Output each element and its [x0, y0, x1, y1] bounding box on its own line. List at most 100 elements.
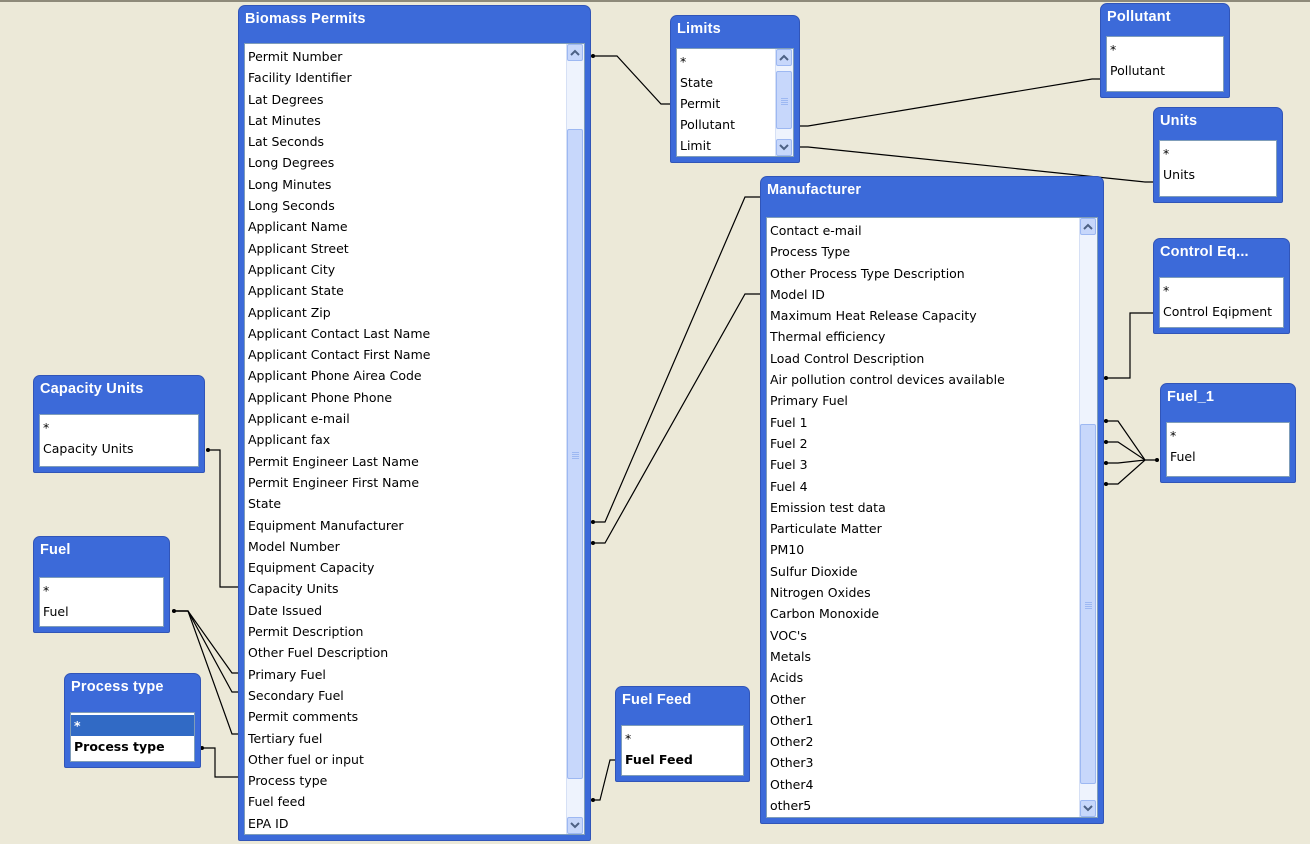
- field-item[interactable]: Fuel 1: [767, 412, 1005, 433]
- field-item[interactable]: Applicant Contact First Name: [245, 344, 430, 365]
- field-item[interactable]: Process Type: [767, 241, 1005, 262]
- field-item[interactable]: PM10: [767, 539, 1005, 560]
- field-item[interactable]: State: [245, 493, 430, 514]
- field-item[interactable]: Secondary Fuel: [245, 685, 430, 706]
- field-item[interactable]: Nitrogen Oxides: [767, 582, 1005, 603]
- table-title[interactable]: Fuel_1: [1167, 389, 1214, 405]
- field-list[interactable]: * Units: [1159, 140, 1277, 197]
- field-item[interactable]: Process type: [245, 770, 430, 791]
- table-title[interactable]: Manufacturer: [767, 182, 861, 198]
- field-item[interactable]: *: [40, 580, 69, 601]
- field-item[interactable]: Fuel Feed: [622, 749, 693, 770]
- chevron-down-icon[interactable]: [776, 139, 792, 156]
- field-item[interactable]: Applicant Phone Phone: [245, 387, 430, 408]
- field-list[interactable]: * Fuel: [39, 577, 164, 627]
- field-item[interactable]: Lat Minutes: [245, 110, 430, 131]
- table-title[interactable]: Fuel Feed: [622, 692, 691, 708]
- field-item[interactable]: Fuel feed: [245, 791, 430, 812]
- field-item[interactable]: Model Number: [245, 536, 430, 557]
- field-item[interactable]: Date Issued: [245, 600, 430, 621]
- field-item[interactable]: State: [677, 72, 735, 93]
- field-list[interactable]: * Pollutant: [1106, 36, 1224, 92]
- field-list[interactable]: * Control Eqipment: [1159, 277, 1284, 328]
- field-item[interactable]: Permit Engineer First Name: [245, 472, 430, 493]
- field-list[interactable]: * Fuel: [1166, 422, 1290, 477]
- field-item[interactable]: Applicant Name: [245, 216, 430, 237]
- field-item[interactable]: Long Minutes: [245, 174, 430, 195]
- field-item[interactable]: Applicant Street: [245, 238, 430, 259]
- field-item[interactable]: Applicant Zip: [245, 302, 430, 323]
- field-list[interactable]: * State Permit Pollutant Limit: [676, 48, 794, 157]
- field-item[interactable]: Permit Engineer Last Name: [245, 451, 430, 472]
- field-item[interactable]: Long Seconds: [245, 195, 430, 216]
- vertical-scrollbar[interactable]: [775, 49, 793, 156]
- chevron-down-icon[interactable]: [1080, 800, 1096, 817]
- field-item[interactable]: Load Control Description: [767, 348, 1005, 369]
- field-item[interactable]: EPA ID: [245, 813, 430, 834]
- table-capacity-units[interactable]: Capacity Units * Capacity Units: [33, 375, 205, 473]
- field-item[interactable]: Carbon Monoxide: [767, 603, 1005, 624]
- field-item[interactable]: Capacity Units: [245, 578, 430, 599]
- table-fuel[interactable]: Fuel * Fuel: [33, 536, 170, 633]
- chevron-up-icon[interactable]: [776, 49, 792, 66]
- field-item[interactable]: Metals: [767, 646, 1005, 667]
- field-item[interactable]: Tertiary fuel: [245, 728, 430, 749]
- field-item[interactable]: Limit: [677, 135, 735, 156]
- field-item[interactable]: *: [1160, 280, 1272, 301]
- field-item[interactable]: VOC's: [767, 625, 1005, 646]
- field-item[interactable]: Equipment Capacity: [245, 557, 430, 578]
- vertical-scrollbar[interactable]: [1079, 218, 1097, 817]
- table-biomass-permits[interactable]: Biomass Permits Permit Number Facility Ide…: [238, 5, 591, 841]
- table-title[interactable]: Capacity Units: [40, 381, 144, 397]
- field-item[interactable]: Fuel 4: [767, 476, 1005, 497]
- field-item[interactable]: Control Eqipment: [1160, 301, 1272, 322]
- field-item[interactable]: Applicant Phone Airea Code: [245, 365, 430, 386]
- field-item[interactable]: Lat Degrees: [245, 89, 430, 110]
- table-limits[interactable]: Limits * State Permit Pollutant Limit: [670, 15, 800, 163]
- table-title[interactable]: Limits: [677, 21, 721, 37]
- field-item[interactable]: Lat Seconds: [245, 131, 430, 152]
- field-item[interactable]: Primary Fuel: [767, 390, 1005, 411]
- vertical-scrollbar[interactable]: [566, 44, 584, 834]
- field-item[interactable]: Acids: [767, 667, 1005, 688]
- field-item[interactable]: Particulate Matter: [767, 518, 1005, 539]
- table-manufacturer[interactable]: Manufacturer Contact e-mail Process Type Ot…: [760, 176, 1104, 824]
- field-item[interactable]: Contact e-mail: [767, 220, 1005, 241]
- field-item[interactable]: *: [1107, 39, 1165, 60]
- field-item[interactable]: Capacity Units: [40, 438, 134, 459]
- field-item[interactable]: Process type: [71, 736, 194, 757]
- table-units[interactable]: Units * Units: [1153, 107, 1283, 203]
- field-item[interactable]: Other Process Type Description: [767, 263, 1005, 284]
- field-item[interactable]: Fuel: [40, 601, 69, 622]
- field-item[interactable]: Permit Description: [245, 621, 430, 642]
- field-item[interactable]: Model ID: [767, 284, 1005, 305]
- field-item[interactable]: *: [71, 715, 194, 736]
- field-item[interactable]: Pollutant: [1107, 60, 1165, 81]
- table-title[interactable]: Fuel: [40, 542, 71, 558]
- table-fuel-feed[interactable]: Fuel Feed * Fuel Feed: [615, 686, 750, 782]
- field-item[interactable]: *: [40, 417, 134, 438]
- field-item[interactable]: Other fuel or input: [245, 749, 430, 770]
- table-title[interactable]: Biomass Permits: [245, 11, 366, 27]
- table-control-equipment[interactable]: Control Eq... * Control Eqipment: [1153, 238, 1290, 334]
- field-item[interactable]: Pollutant: [677, 114, 735, 135]
- field-item[interactable]: other5: [767, 795, 1005, 816]
- field-list[interactable]: * Process type: [70, 712, 195, 762]
- field-item[interactable]: Fuel 2: [767, 433, 1005, 454]
- field-item[interactable]: Applicant State: [245, 280, 430, 301]
- field-item[interactable]: Fuel 3: [767, 454, 1005, 475]
- field-item[interactable]: Applicant fax: [245, 429, 430, 450]
- field-item[interactable]: Permit comments: [245, 706, 430, 727]
- field-item[interactable]: *: [1160, 143, 1195, 164]
- field-item[interactable]: Permit: [677, 93, 735, 114]
- field-item[interactable]: Units: [1160, 164, 1195, 185]
- table-title[interactable]: Units: [1160, 113, 1197, 129]
- field-item[interactable]: Equipment Manufacturer: [245, 515, 430, 536]
- field-item[interactable]: Other Fuel Description: [245, 642, 430, 663]
- scroll-thumb[interactable]: [567, 129, 583, 779]
- field-item[interactable]: Fuel: [1167, 446, 1196, 467]
- field-item[interactable]: Other2: [767, 731, 1005, 752]
- table-process-type[interactable]: Process type * Process type: [64, 673, 201, 768]
- table-title[interactable]: Pollutant: [1107, 9, 1171, 25]
- chevron-up-icon[interactable]: [1080, 218, 1096, 235]
